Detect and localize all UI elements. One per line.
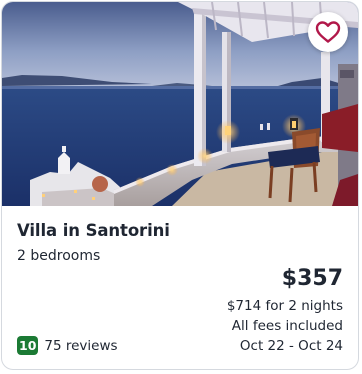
review-count: 75 reviews — [44, 337, 118, 354]
guest-rating: 10 75 reviews — [17, 336, 118, 355]
rating-score-badge: 10 — [17, 336, 39, 355]
property-photo[interactable] — [2, 2, 358, 206]
total-price: $714 for 2 nights — [226, 298, 343, 314]
property-bedrooms: 2 bedrooms — [17, 248, 101, 264]
property-card[interactable]: Villa in Santorini 2 bedrooms $357 $714 … — [1, 1, 359, 370]
nightly-price: $357 — [281, 266, 343, 291]
favorite-button[interactable] — [308, 12, 348, 52]
fees-note: All fees included — [231, 318, 343, 334]
property-title[interactable]: Villa in Santorini — [17, 221, 170, 240]
heart-outline-icon — [315, 21, 341, 43]
santorini-terrace-image — [2, 2, 358, 206]
stay-dates: Oct 22 - Oct 24 — [239, 338, 343, 354]
